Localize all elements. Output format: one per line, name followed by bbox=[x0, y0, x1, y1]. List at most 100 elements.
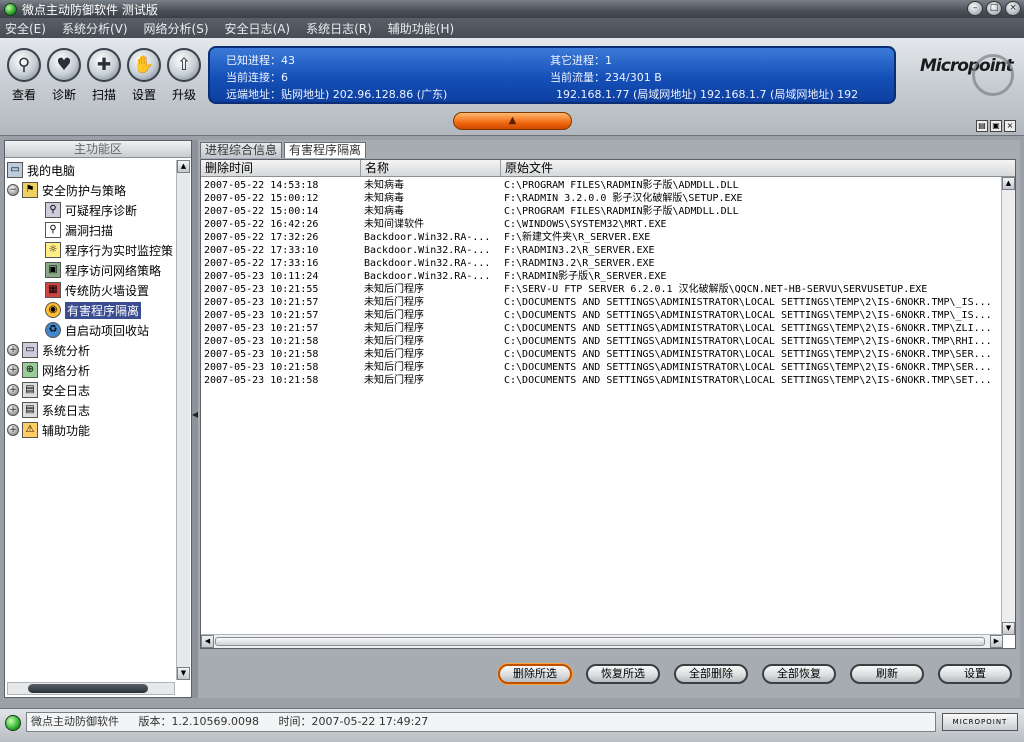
diagnose-button[interactable]: ♥ 诊断 bbox=[44, 48, 84, 103]
scan-label: 扫描 bbox=[91, 88, 116, 102]
tree-horizontal-scrollbar[interactable] bbox=[7, 682, 175, 695]
window-title: 微点主动防御软件 测试版 bbox=[22, 2, 158, 17]
cell-original-file: F:\RADMIN3.2\R_SERVER.EXE bbox=[504, 245, 655, 256]
scan-button[interactable]: ✚ 扫描 bbox=[84, 48, 124, 103]
scroll-up-icon[interactable]: ▲ bbox=[177, 160, 190, 173]
scroll-up-icon[interactable]: ▲ bbox=[1002, 177, 1015, 190]
tree-item-help-functions[interactable]: + ⚠ 辅助功能 bbox=[7, 420, 177, 440]
minimize-icon[interactable]: – bbox=[967, 1, 983, 16]
window-icon[interactable]: ▣ bbox=[990, 120, 1002, 132]
tree-item-autostart-bin[interactable]: ♻ 自启动项回收站 bbox=[7, 320, 177, 340]
table-row[interactable]: 2007-05-23 10:21:55 未知后门程序 F:\SERV-U FTP S… bbox=[201, 283, 1001, 296]
menu-network-analysis[interactable]: 网络分析(S) bbox=[141, 19, 212, 38]
tree-item-network-access[interactable]: ▣ 程序访问网络策略 bbox=[7, 260, 177, 280]
expand-icon[interactable]: + bbox=[7, 344, 19, 356]
refresh-button[interactable]: 刷新 bbox=[850, 664, 924, 684]
table-horizontal-scrollbar[interactable]: ◀ ▶ bbox=[201, 634, 1003, 648]
cell-delete-time: 2007-05-22 16:42:26 bbox=[204, 219, 319, 230]
table-row[interactable]: 2007-05-23 10:21:57 未知后门程序 C:\DOCUMENTS AN… bbox=[201, 296, 1001, 309]
brand-ring-icon bbox=[972, 54, 1014, 96]
menu-system-analysis[interactable]: 系统分析(V) bbox=[59, 19, 131, 38]
close-icon[interactable]: × bbox=[1005, 1, 1021, 16]
close-panel-icon[interactable]: × bbox=[1004, 120, 1016, 132]
restore-selected-button[interactable]: 恢复所选 bbox=[586, 664, 660, 684]
tree-item-security-log[interactable]: + ▤ 安全日志 bbox=[7, 380, 177, 400]
table-row[interactable]: 2007-05-23 10:21:58 未知后门程序 C:\DOCUMENTS AN… bbox=[201, 374, 1001, 387]
restore-all-button[interactable]: 全部恢复 bbox=[762, 664, 836, 684]
cell-original-file: C:\DOCUMENTS AND SETTINGS\ADMINISTRATOR\… bbox=[504, 310, 992, 321]
tab-quarantine[interactable]: 有害程序隔离 bbox=[284, 142, 367, 158]
tree-item-system-analysis[interactable]: + ▭ 系统分析 bbox=[7, 340, 177, 360]
tree-item-firewall[interactable]: ▦ 传统防火墙设置 bbox=[7, 280, 177, 300]
scroll-thumb[interactable] bbox=[215, 637, 985, 646]
column-header-name[interactable]: 名称 bbox=[361, 160, 501, 176]
cell-original-file: C:\WINDOWS\SYSTEM32\MRT.EXE bbox=[504, 219, 667, 230]
quarantine-icon: ◉ bbox=[45, 302, 61, 318]
column-header-file[interactable]: 原始文件 bbox=[501, 160, 1001, 176]
cell-name: 未知病毒 bbox=[364, 193, 404, 204]
collapse-icon[interactable]: − bbox=[7, 184, 19, 196]
table-row[interactable]: 2007-05-22 17:33:16 Backdoor.Win32.RA-...… bbox=[201, 257, 1001, 270]
tree-item-quarantine[interactable]: ◉ 有害程序隔离 bbox=[7, 300, 177, 320]
table-row[interactable]: 2007-05-23 10:21:58 未知后门程序 C:\DOCUMENTS AN… bbox=[201, 335, 1001, 348]
view-button[interactable]: ⚲ 查看 bbox=[4, 48, 44, 103]
expand-icon[interactable]: + bbox=[7, 424, 19, 436]
upgrade-button[interactable]: ⇧ 升级 bbox=[164, 48, 204, 103]
scroll-down-icon[interactable]: ▼ bbox=[177, 667, 190, 680]
tree-item-label: 辅助功能 bbox=[42, 423, 91, 438]
tree-item-suspicious-diagnosis[interactable]: ⚲ 可疑程序诊断 bbox=[7, 200, 177, 220]
scroll-thumb[interactable] bbox=[28, 684, 148, 693]
quarantine-table: 删除时间 名称 原始文件 2007-05-22 14:53:18 未知病毒 C:\P… bbox=[200, 159, 1016, 649]
system-icon: ▭ bbox=[22, 342, 38, 358]
table-row[interactable]: 2007-05-22 15:00:14 未知病毒 C:\PROGRAM FILES\… bbox=[201, 205, 1001, 218]
scroll-right-icon[interactable]: ▶ bbox=[990, 635, 1003, 648]
table-row[interactable]: 2007-05-22 17:33:10 Backdoor.Win32.RA-...… bbox=[201, 244, 1001, 257]
menu-help-functions[interactable]: 辅助功能(H) bbox=[385, 19, 457, 38]
content-panel: ▤ ▣ × 进程综合信息 有害程序隔离 删除时间 名称 原始文件 2007-05… bbox=[198, 120, 1020, 698]
expand-icon[interactable]: + bbox=[7, 364, 19, 376]
menu-security[interactable]: 安全(E) bbox=[2, 19, 49, 38]
tree-vertical-scrollbar[interactable]: ▲ ▼ bbox=[176, 160, 190, 680]
table-row[interactable]: 2007-05-23 10:11:24 Backdoor.Win32.RA-...… bbox=[201, 270, 1001, 283]
status-version: 版本：1.2.10569.0098 bbox=[138, 715, 259, 728]
panel-header: 主功能区 bbox=[5, 141, 191, 158]
tree-item-behavior-monitor[interactable]: ☼ 程序行为实时监控策 bbox=[7, 240, 177, 260]
settings-button[interactable]: ✋ 设置 bbox=[124, 48, 164, 103]
cell-delete-time: 2007-05-22 17:33:16 bbox=[204, 258, 319, 269]
column-header-time[interactable]: 删除时间 bbox=[201, 160, 361, 176]
table-row[interactable]: 2007-05-22 17:32:26 Backdoor.Win32.RA-...… bbox=[201, 231, 1001, 244]
settings-button[interactable]: 设置 bbox=[938, 664, 1012, 684]
current-connections: 当前连接：6 bbox=[226, 71, 288, 84]
table-row[interactable]: 2007-05-22 15:00:12 未知病毒 F:\RADMIN 3.2.0.0… bbox=[201, 192, 1001, 205]
tree-item-network-analysis[interactable]: + ⊕ 网络分析 bbox=[7, 360, 177, 380]
menu-system-log[interactable]: 系统日志(R) bbox=[303, 19, 375, 38]
cell-original-file: F:\SERV-U FTP SERVER 6.2.0.1 汉化破解版\QQCN.… bbox=[504, 284, 928, 295]
tree-item-vuln-scan[interactable]: ⚲ 漏洞扫描 bbox=[7, 220, 177, 240]
expand-icon[interactable]: + bbox=[7, 404, 19, 416]
tab-process-info[interactable]: 进程综合信息 bbox=[200, 142, 283, 158]
table-row[interactable]: 2007-05-22 16:42:26 未知间谍软件 C:\WINDOWS\SYST… bbox=[201, 218, 1001, 231]
tree-item-security-policy[interactable]: − ⚑ 安全防护与策略 bbox=[7, 180, 177, 200]
collapse-toggle-button[interactable]: ▲ bbox=[453, 112, 572, 130]
cell-original-file: F:\新建文件夹\R_SERVER.EXE bbox=[504, 232, 651, 243]
table-row[interactable]: 2007-05-22 14:53:18 未知病毒 C:\PROGRAM FILES\… bbox=[201, 179, 1001, 192]
table-row[interactable]: 2007-05-23 10:21:58 未知后门程序 C:\DOCUMENTS AN… bbox=[201, 361, 1001, 374]
delete-all-button[interactable]: 全部删除 bbox=[674, 664, 748, 684]
maximize-icon[interactable]: □ bbox=[986, 1, 1002, 16]
magnifier-icon: ⚲ bbox=[45, 202, 61, 218]
table-row[interactable]: 2007-05-23 10:21:57 未知后门程序 C:\DOCUMENTS AN… bbox=[201, 322, 1001, 335]
menu-security-log[interactable]: 安全日志(A) bbox=[222, 19, 294, 38]
scroll-down-icon[interactable]: ▼ bbox=[1002, 622, 1015, 635]
table-vertical-scrollbar[interactable]: ▲ ▼ bbox=[1001, 177, 1015, 635]
restore-icon[interactable]: ▤ bbox=[976, 120, 988, 132]
tree-item-system-log[interactable]: + ▤ 系统日志 bbox=[7, 400, 177, 420]
tree-item-my-computer[interactable]: ▭ 我的电脑 bbox=[7, 160, 177, 180]
table-row[interactable]: 2007-05-23 10:21:58 未知后门程序 C:\DOCUMENTS AN… bbox=[201, 348, 1001, 361]
expand-icon[interactable]: + bbox=[7, 384, 19, 396]
table-row[interactable]: 2007-05-23 10:21:57 未知后门程序 C:\DOCUMENTS AN… bbox=[201, 309, 1001, 322]
cell-original-file: C:\DOCUMENTS AND SETTINGS\ADMINISTRATOR\… bbox=[504, 336, 992, 347]
tree-item-label: 程序行为实时监控策 bbox=[65, 243, 174, 258]
tree-item-label: 安全防护与策略 bbox=[42, 183, 127, 198]
scroll-left-icon[interactable]: ◀ bbox=[201, 635, 214, 648]
delete-selected-button[interactable]: 删除所选 bbox=[498, 664, 572, 684]
